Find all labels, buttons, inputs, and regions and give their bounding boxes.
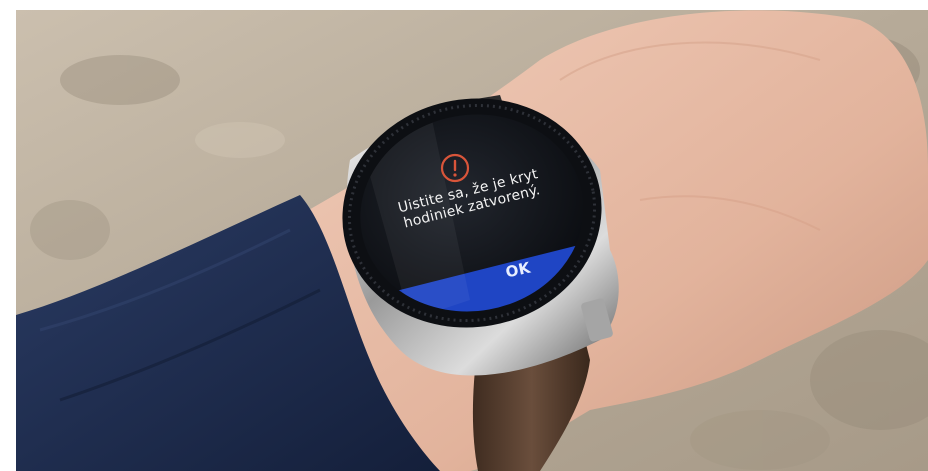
watch-photo (16, 10, 928, 471)
